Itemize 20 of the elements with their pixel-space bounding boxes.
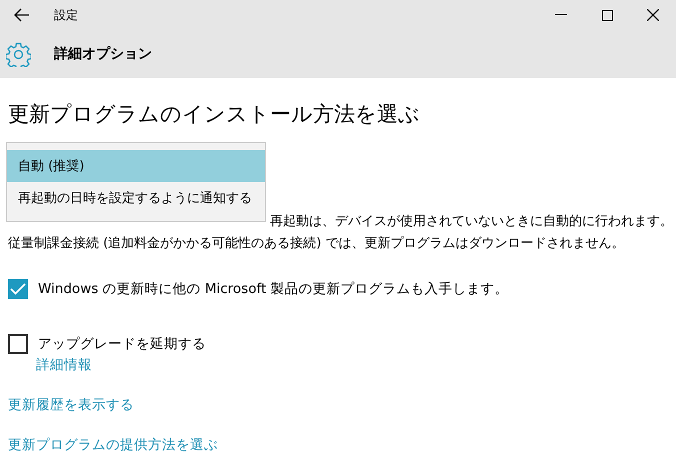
dropdown-option[interactable]: 自動 (推奨): [7, 150, 265, 182]
close-icon: [647, 9, 659, 21]
description-text: 再起動は、デバイスが使用されていないときに自動的に行われます。: [270, 213, 673, 231]
page-title: 詳細オプション: [54, 45, 152, 63]
back-arrow-icon: [14, 8, 30, 22]
checkbox-label: アップグレードを延期する: [38, 335, 206, 353]
settings-link[interactable]: 更新履歴を表示する: [8, 396, 134, 414]
settings-link[interactable]: 更新プログラムの提供方法を選ぶ: [8, 436, 218, 454]
window-title: 設定: [54, 6, 79, 24]
maximize-icon: [602, 10, 612, 20]
minimize-icon: [555, 14, 567, 16]
dropdown-option[interactable]: 再起動の日時を設定するように通知する: [7, 182, 265, 214]
section-heading: 更新プログラムのインストール方法を選ぶ: [8, 101, 421, 128]
checkbox-label: Windows の更新時に他の Microsoft 製品の更新プログラムも入手します。: [38, 280, 509, 298]
checkbox[interactable]: [8, 334, 28, 354]
more-info-link[interactable]: 詳細情報: [36, 356, 92, 374]
gear-icon: [6, 42, 31, 66]
description-text: 従量制課金接続 (追加料金がかかる可能性のある接続) では、更新プログラムはダウンロードされません。: [8, 235, 626, 253]
checkmark-icon: [10, 283, 26, 295]
checkbox[interactable]: [8, 279, 28, 299]
